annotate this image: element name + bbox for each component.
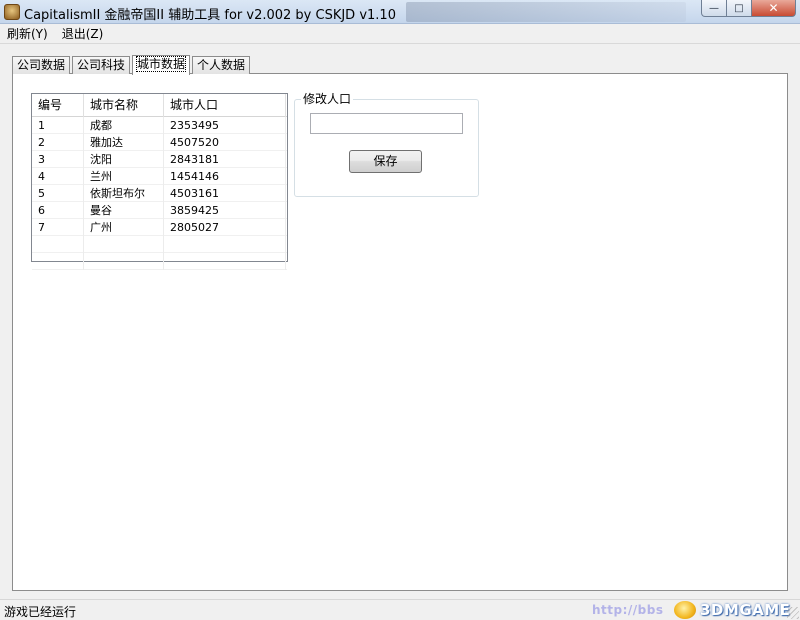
- resize-grip-icon[interactable]: [787, 607, 799, 619]
- table-row[interactable]: 1 成都 2353495: [32, 117, 287, 134]
- status-bar: 游戏已经运行 http://bbs 3DMGAME: [0, 599, 800, 620]
- cell-population: 2805027: [164, 219, 286, 236]
- population-input[interactable]: [310, 113, 463, 134]
- cell-population: [164, 236, 286, 253]
- menu-exit[interactable]: 退出(Z): [55, 24, 111, 44]
- edit-population-legend: 修改人口: [301, 92, 354, 106]
- cell-city-name: [84, 253, 164, 270]
- cell-population: 4507520: [164, 134, 286, 151]
- cell-population: 2843181: [164, 151, 286, 168]
- tab-strip: 公司数据 公司科技 城市数据 个人数据: [12, 54, 252, 75]
- table-row[interactable]: 5 依斯坦布尔 4503161: [32, 185, 287, 202]
- cell-id: 3: [32, 151, 84, 168]
- table-row[interactable]: [32, 236, 287, 253]
- cell-population: [164, 253, 286, 270]
- cell-id: [32, 253, 84, 270]
- cell-population: 1454146: [164, 168, 286, 185]
- close-button[interactable]: ✕: [752, 0, 796, 17]
- cell-city-name: 曼谷: [84, 202, 164, 219]
- table-row[interactable]: 6 曼谷 3859425: [32, 202, 287, 219]
- tab-city-data[interactable]: 城市数据: [132, 55, 191, 75]
- status-text: 游戏已经运行: [4, 605, 77, 619]
- maximize-button[interactable]: □: [727, 0, 752, 17]
- table-row[interactable]: 2 雅加达 4507520: [32, 134, 287, 151]
- watermark-url: http://bbs: [592, 603, 664, 617]
- cell-city-name: 兰州: [84, 168, 164, 185]
- close-icon: ✕: [768, 1, 779, 15]
- minimize-icon: —: [709, 2, 719, 14]
- tab-label: 公司数据: [17, 58, 66, 72]
- list-header: 编号 城市名称 城市人口: [32, 94, 287, 117]
- app-icon: [4, 4, 20, 20]
- cell-id: 5: [32, 185, 84, 202]
- cell-city-name: 成都: [84, 117, 164, 134]
- tab-label: 公司科技: [77, 58, 126, 72]
- watermark-mascot-icon: [674, 601, 696, 619]
- tab-label: 个人数据: [197, 58, 246, 72]
- cell-city-name: 雅加达: [84, 134, 164, 151]
- cell-city-name: 依斯坦布尔: [84, 185, 164, 202]
- tab-personal-data[interactable]: 个人数据: [192, 56, 251, 74]
- save-button[interactable]: 保存: [349, 150, 422, 173]
- watermark-brand: 3DMGAME: [700, 601, 791, 619]
- table-row[interactable]: 3 沈阳 2843181: [32, 151, 287, 168]
- tab-company-tech[interactable]: 公司科技: [72, 56, 131, 74]
- cell-id: 4: [32, 168, 84, 185]
- menu-refresh[interactable]: 刷新(Y): [0, 24, 55, 44]
- cell-population: 4503161: [164, 185, 286, 202]
- city-list[interactable]: 编号 城市名称 城市人口 1 成都 2353495 2 雅加达 4507520 3 沈阳 284…: [31, 93, 288, 270]
- cell-id: 7: [32, 219, 84, 236]
- cell-id: 2: [32, 134, 84, 151]
- cell-id: [32, 236, 84, 253]
- cell-id: 1: [32, 117, 84, 134]
- cell-id: 6: [32, 202, 84, 219]
- cell-city-name: 沈阳: [84, 151, 164, 168]
- title-bar[interactable]: CapitalismII 金融帝国II 辅助工具 for v2.002 by C…: [0, 0, 800, 24]
- tab-company-data[interactable]: 公司数据: [12, 56, 71, 74]
- cell-city-name: [84, 236, 164, 253]
- window-controls: — □ ✕: [701, 0, 796, 18]
- background-window-ghost: [406, 2, 686, 22]
- list-body: 1 成都 2353495 2 雅加达 4507520 3 沈阳 2843181 4 兰州 145414…: [32, 117, 287, 270]
- column-header-city-name[interactable]: 城市名称: [84, 94, 164, 117]
- column-header-id[interactable]: 编号: [32, 94, 84, 117]
- cell-population: 3859425: [164, 202, 286, 219]
- minimize-button[interactable]: —: [701, 0, 727, 17]
- table-row[interactable]: 4 兰州 1454146: [32, 168, 287, 185]
- cell-population: 2353495: [164, 117, 286, 134]
- table-row[interactable]: [32, 253, 287, 270]
- column-header-population[interactable]: 城市人口: [164, 94, 286, 117]
- table-row[interactable]: 7 广州 2805027: [32, 219, 287, 236]
- window-title: CapitalismII 金融帝国II 辅助工具 for v2.002 by C…: [24, 8, 396, 23]
- watermark: http://bbs 3DMGAME: [592, 600, 798, 620]
- tab-label: 城市数据: [136, 56, 187, 72]
- maximize-icon: □: [734, 2, 744, 14]
- cell-city-name: 广州: [84, 219, 164, 236]
- menu-bar: 刷新(Y) 退出(Z): [0, 24, 800, 44]
